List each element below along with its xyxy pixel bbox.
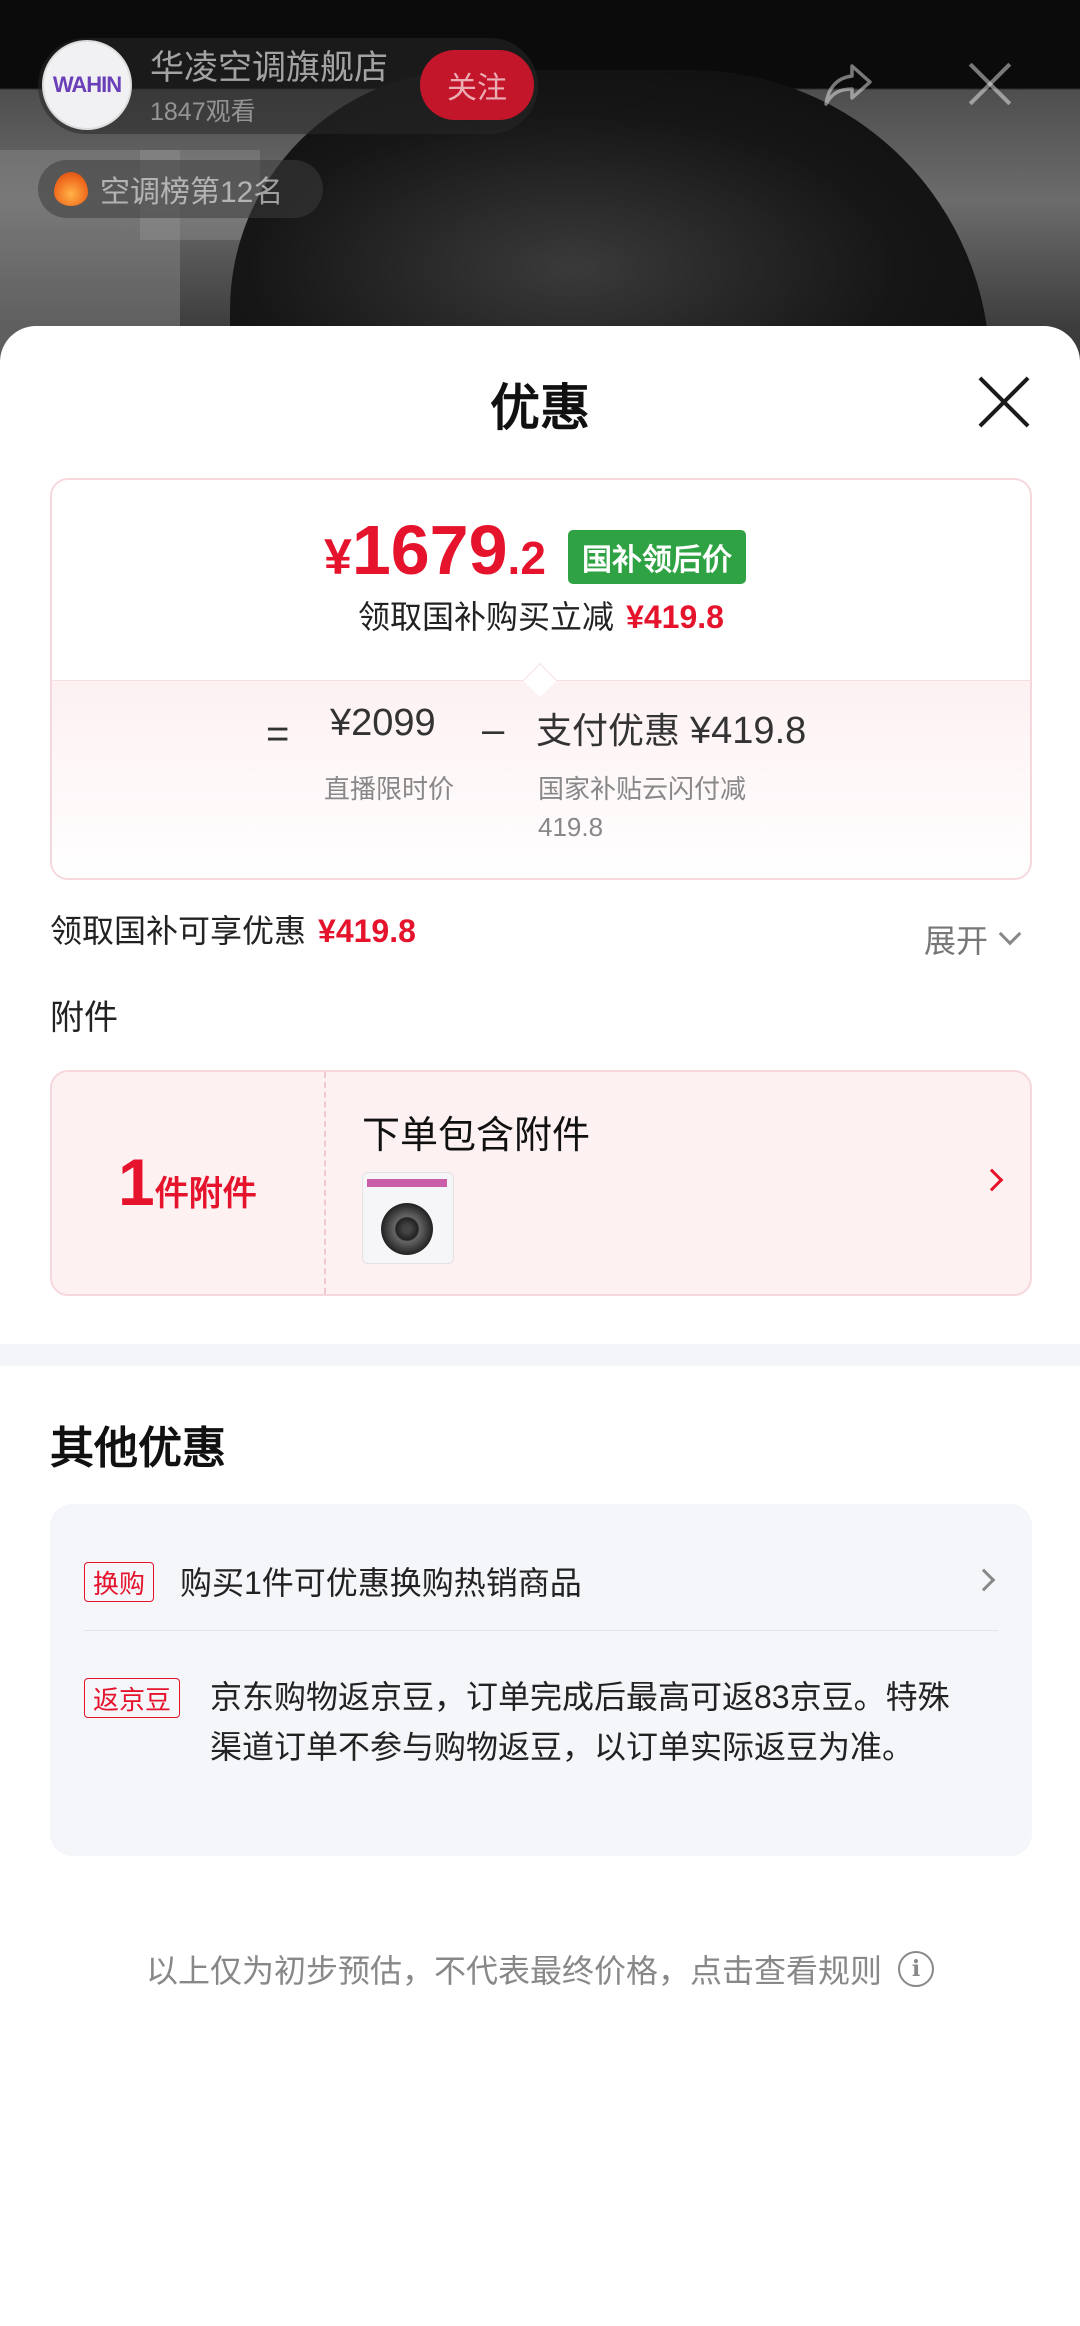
original-price-label: 直播限时价 [324, 774, 455, 804]
subsidy-enjoy-row: 领取国补可享优惠 ¥419.8 [50, 906, 416, 952]
enjoy-text: 领取国补可享优惠 [50, 913, 307, 949]
discount-sheet: 优惠 ¥1679.2 国补领后价 领取国补购买立减 ¥419.8 = ¥2099 … [0, 326, 1080, 2326]
accessory-title: 下单包含附件 [362, 1115, 591, 1157]
store-name[interactable]: 华凌空调旗舰店 [150, 40, 388, 89]
accessory-count-panel: 1件附件 [52, 1072, 326, 1294]
pay-discount-amount: ¥419.8 [690, 710, 807, 752]
currency-symbol: ¥ [324, 529, 352, 585]
store-avatar[interactable]: WAHIN [42, 40, 132, 130]
price-decimal: .2 [507, 532, 546, 584]
price-card: ¥1679.2 国补领后价 领取国补购买立减 ¥419.8 = ¥2099 直播限… [50, 478, 1032, 880]
accessory-count-unit: 件附件 [154, 1175, 257, 1213]
subsidy-price-tag: 国补领后价 [568, 530, 746, 584]
close-icon[interactable] [978, 376, 1030, 428]
section-divider [0, 1344, 1080, 1366]
bean-tag: 返京豆 [84, 1678, 181, 1718]
viewer-count: 1847观看 [150, 98, 256, 126]
receive-subsidy-line: 领取国补购买立减 ¥419.8 [52, 592, 1030, 638]
pay-discount-label: 支付优惠 [536, 710, 681, 751]
accessory-section-label: 附件 [50, 999, 118, 1037]
final-price: ¥1679.2 [324, 510, 546, 590]
card-separator [84, 1630, 998, 1631]
follow-button[interactable]: 关注 [420, 50, 534, 120]
pay-discount: 支付优惠 ¥419.8 [536, 702, 806, 754]
original-price: ¥2099 [330, 702, 436, 744]
receive-amount: ¥419.8 [626, 599, 724, 635]
minus-sign: – [482, 708, 505, 752]
chevron-right-icon[interactable] [972, 1568, 996, 1592]
pay-discount-detail: 国家补贴云闪付减419.8 [538, 774, 747, 842]
share-icon[interactable] [822, 62, 874, 108]
expand-button[interactable]: 展开 [924, 916, 1022, 962]
chevron-right-icon [980, 1168, 1004, 1192]
rules-note-text: 以上仅为初步预估，不代表最终价格，点击查看规则 [145, 1953, 882, 1989]
equals-sign: = [266, 712, 290, 756]
enjoy-amount: ¥419.8 [318, 913, 416, 949]
receive-text: 领取国补购买立减 [358, 599, 615, 635]
bean-offer-text: 京东购物返京豆，订单完成后最高可返83京豆。特殊渠道订单不参与购物返豆，以订单实… [210, 1679, 950, 1765]
fire-icon [54, 172, 88, 206]
thumb-label-strip [367, 1179, 447, 1187]
close-live-icon[interactable] [966, 60, 1014, 108]
accessory-count-number: 1 [118, 1145, 155, 1219]
other-offers-card: 换购 购买1件可优惠换购热销商品 返京豆 京东购物返京豆，订单完成后最高可返83… [50, 1504, 1032, 1856]
rank-badge[interactable]: 空调榜第12名 [38, 160, 323, 218]
accessory-count: 1件附件 [118, 1144, 257, 1220]
rules-note[interactable]: 以上仅为初步预估，不代表最终价格，点击查看规则 i [0, 1946, 1080, 1992]
swap-tag: 换购 [84, 1562, 155, 1602]
expand-label: 展开 [924, 923, 989, 959]
accessory-card[interactable]: 1件附件 下单包含附件 [50, 1070, 1032, 1296]
outdoor-unit-fan-image [381, 1203, 433, 1255]
swap-offer-text[interactable]: 购买1件可优惠换购热销商品 [180, 1558, 582, 1604]
rank-text: 空调榜第12名 [100, 176, 284, 209]
chevron-down-icon [998, 922, 1022, 946]
price-integer: 1679 [351, 511, 508, 589]
info-icon[interactable]: i [898, 1951, 934, 1987]
sheet-title: 优惠 [490, 380, 590, 436]
other-offers-title: 其他优惠 [50, 1424, 226, 1473]
accessory-thumbnail [362, 1172, 454, 1264]
